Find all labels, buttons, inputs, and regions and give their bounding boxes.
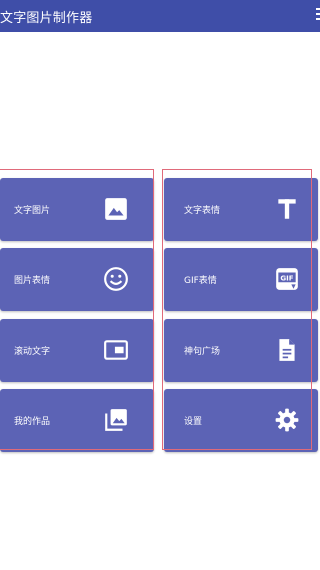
- tile-gif-emoji[interactable]: GIF表情 GIF: [164, 248, 318, 311]
- tile-label: 文字表情: [184, 206, 221, 216]
- photo-library-icon: [105, 409, 127, 431]
- picture-in-picture-icon: [104, 340, 128, 360]
- text-icon: [278, 199, 296, 219]
- tile-my-works[interactable]: 我的作品: [0, 389, 154, 452]
- gear-icon: [275, 408, 299, 432]
- tile-label: 滚动文字: [14, 347, 51, 357]
- tile-scrolling-text[interactable]: 滚动文字: [0, 319, 154, 382]
- tile-label: 神句广场: [184, 347, 221, 357]
- tile-label: 我的作品: [14, 417, 51, 427]
- image-icon: [105, 198, 127, 220]
- tile-label: 设置: [184, 417, 203, 427]
- tile-label: 图片表情: [14, 276, 51, 286]
- app-bar: 文字图片制作器: [0, 0, 320, 32]
- app-title: 文字图片制作器: [0, 11, 93, 26]
- gif-icon: GIF: [276, 268, 298, 290]
- overflow-menu-icon[interactable]: [316, 8, 320, 22]
- tile-label: 文字图片: [14, 206, 51, 216]
- tile-settings[interactable]: 设置: [164, 389, 318, 452]
- document-icon: [279, 339, 295, 361]
- svg-text:GIF: GIF: [280, 274, 293, 283]
- tile-text-emoji[interactable]: 文字表情: [164, 178, 318, 241]
- smiley-icon: [104, 267, 128, 291]
- tile-image-emoji[interactable]: 图片表情: [0, 248, 154, 311]
- tile-label: GIF表情: [184, 276, 217, 286]
- tile-quote-square[interactable]: 神句广场: [164, 319, 318, 382]
- tile-text-image[interactable]: 文字图片: [0, 178, 154, 241]
